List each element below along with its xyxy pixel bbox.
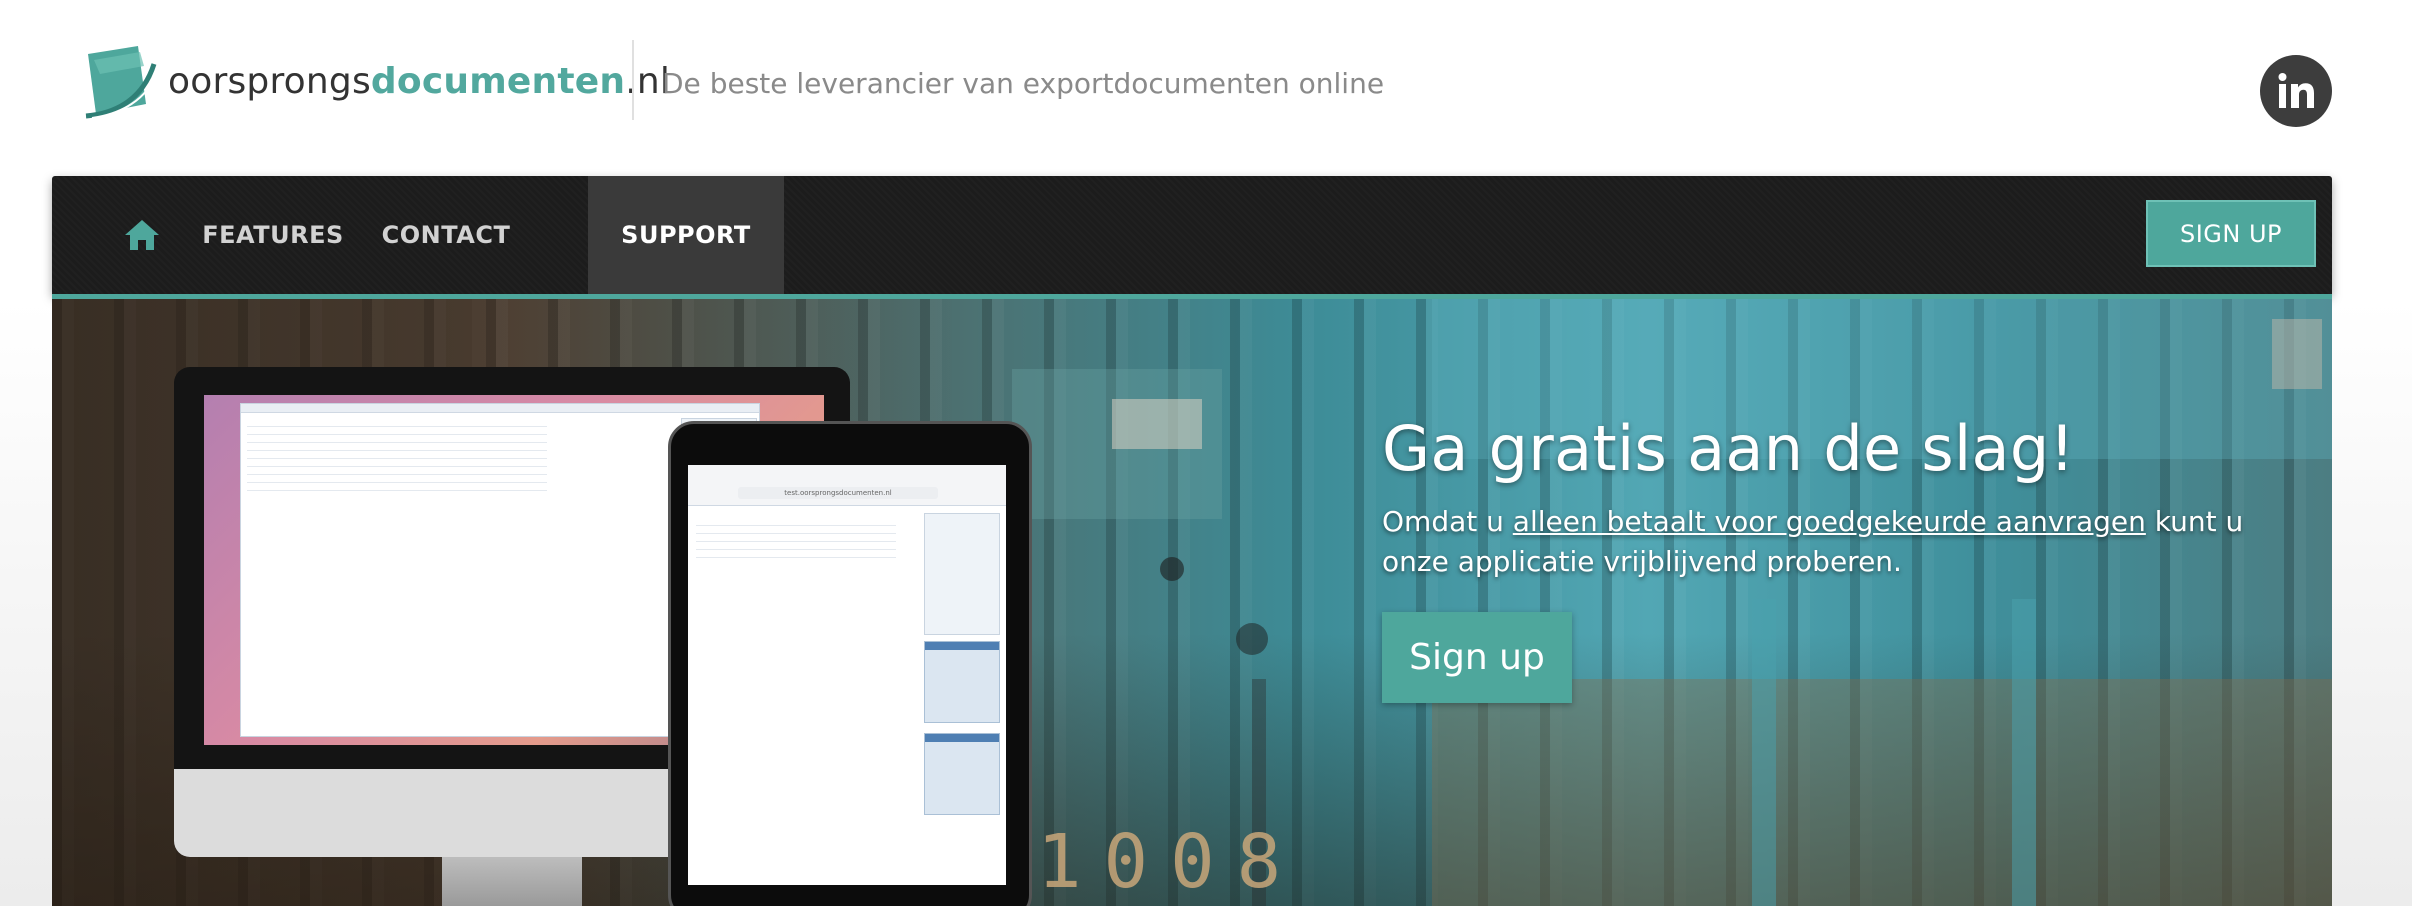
logo-document-icon	[85, 46, 157, 119]
nav-item-support[interactable]: SUPPORT	[588, 176, 784, 294]
app-row	[247, 450, 547, 451]
hero-title: Ga gratis aan de slag!	[1382, 412, 2075, 485]
home-icon	[125, 220, 159, 250]
nav-signup-button[interactable]: SIGN UP	[2146, 200, 2316, 267]
app-window-bar	[241, 404, 759, 413]
app-calendar-header	[925, 734, 999, 742]
app-row	[247, 442, 547, 443]
app-row	[247, 482, 547, 483]
site-header: oorsprongsdocumenten.nl De beste leveran…	[0, 0, 2412, 170]
app-row	[247, 458, 547, 459]
app-row	[247, 490, 547, 491]
app-row	[696, 525, 896, 526]
main-navbar: FEATURES CONTACT SUPPORT SIGN UP	[52, 176, 2332, 294]
linkedin-icon	[2278, 73, 2314, 108]
app-row	[696, 549, 896, 550]
app-row	[247, 474, 547, 475]
app-row	[696, 557, 896, 558]
logo-wordmark: oorsprongsdocumenten.nl	[168, 54, 670, 110]
nav-item-contact[interactable]: CONTACT	[354, 176, 538, 294]
logo-wordmark-part1: oorsprongs	[168, 61, 371, 102]
header-divider	[632, 40, 634, 120]
app-row	[696, 541, 896, 542]
hero-banner: 1008 test.oorsprongsdocumenten.nl Ga gra…	[52, 299, 2332, 906]
hero-signup-button[interactable]: Sign up	[1382, 612, 1572, 703]
hero-text-before: Omdat u	[1382, 505, 1513, 538]
linkedin-button[interactable]	[2260, 55, 2332, 127]
app-calendar	[924, 733, 1000, 815]
container-number: 1008	[1037, 819, 1304, 905]
hero-description: Omdat u alleen betaalt voor goedgekeurde…	[1382, 502, 2282, 582]
logo-wordmark-part2: documenten	[370, 61, 626, 102]
site-tagline: De beste leverancier van exportdocumente…	[662, 67, 1385, 100]
nav-home-link[interactable]	[92, 176, 192, 294]
nav-item-features[interactable]: FEATURES	[192, 176, 354, 294]
ipad-browser-bar	[688, 465, 1006, 506]
hero-pricing-link[interactable]: alleen betaalt voor goedgekeurde aanvrag…	[1513, 505, 2146, 538]
imac-stand	[442, 857, 582, 906]
app-sidebar-panel	[924, 513, 1000, 635]
site-logo[interactable]: oorsprongsdocumenten.nl	[82, 44, 670, 120]
ipad-screen-screenshot: test.oorsprongsdocumenten.nl	[688, 465, 1006, 885]
app-row	[247, 466, 547, 467]
app-row	[247, 434, 547, 435]
app-row	[696, 533, 896, 534]
app-calendar-header	[925, 642, 999, 650]
ipad-url-bar: test.oorsprongsdocumenten.nl	[738, 487, 938, 499]
app-row	[247, 426, 547, 427]
app-calendar	[924, 641, 1000, 723]
